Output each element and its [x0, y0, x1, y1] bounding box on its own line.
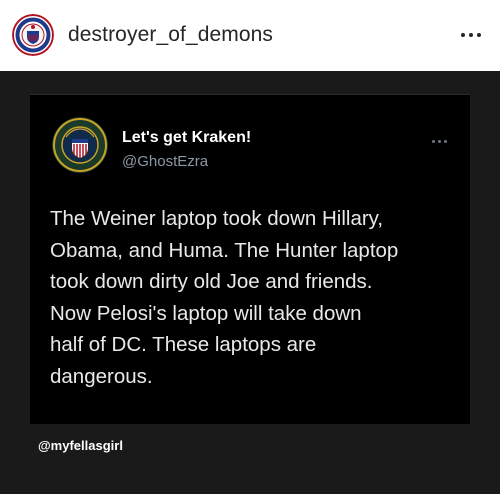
tweet-text-line: took down dirty old Joe and friends.: [50, 270, 373, 293]
tweet-handle: @GhostEzra: [122, 153, 209, 170]
tweet-text-line: Now Pelosi's laptop will take down: [50, 301, 362, 325]
tweet-text-line: The Weiner laptop took down Hillary,: [50, 207, 384, 230]
post-image: Let's get Kraken! @GhostEzra The Weiner …: [0, 71, 500, 494]
tweet-text-line: Obama, and Huma. The Hunter laptop: [50, 238, 399, 262]
tweet-text: The Weiner laptop took down Hillary, Oba…: [50, 203, 460, 392]
tweet-text-line: dangerous.: [50, 364, 153, 388]
post-username[interactable]: destroyer_of_demons: [68, 23, 273, 47]
patriot-seal-avatar-icon[interactable]: [12, 14, 54, 56]
tweet-card: Let's get Kraken! @GhostEzra The Weiner …: [30, 94, 470, 424]
post-header: destroyer_of_demons: [0, 0, 500, 71]
defense-seal-avatar-icon: [52, 117, 108, 173]
more-options-icon[interactable]: [456, 22, 486, 48]
tweet-display-name: Let's get Kraken!: [122, 129, 252, 146]
watermark-credit: @myfellasgirl: [38, 438, 123, 453]
tweet-text-line: half of DC. These laptops are: [50, 333, 317, 356]
more-options-icon: [428, 135, 450, 147]
